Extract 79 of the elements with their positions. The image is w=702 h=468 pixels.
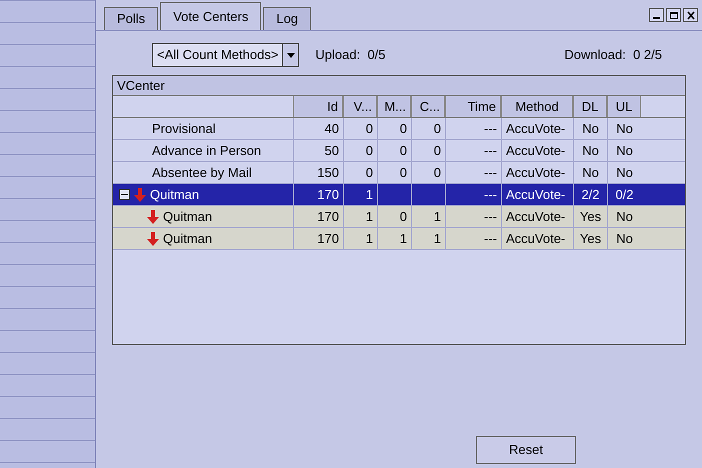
table-cell-text: 1: [366, 230, 373, 248]
vote-center-name: Quitman: [163, 230, 212, 248]
column-header[interactable]: Time: [445, 96, 501, 117]
table-cell-text: 50: [324, 142, 339, 160]
table-cell-text: 0/2: [615, 186, 634, 204]
table-cell-text: AccuVote-: [506, 164, 566, 182]
column-header[interactable]: M...: [377, 96, 411, 117]
table-cell-text: AccuVote-: [506, 142, 566, 160]
table-cell-text: 0: [366, 164, 373, 182]
table-cell-text: ---: [484, 142, 497, 160]
table-cell-text: 1: [434, 230, 441, 248]
column-header[interactable]: DL: [573, 96, 607, 117]
table-cell-text: 1: [400, 230, 407, 248]
column-header[interactable]: Method: [501, 96, 573, 117]
table-cell-text: ---: [484, 230, 497, 248]
table-row[interactable]: Quitman 170 1 --- AccuVote- 2/2 0/2: [113, 184, 685, 206]
table-cell-text: 40: [324, 120, 339, 138]
table-cell-text: No: [582, 142, 599, 160]
tab[interactable]: Log: [263, 7, 312, 30]
table-cell-text: No: [616, 142, 633, 160]
vote-center-name: Quitman: [163, 208, 212, 226]
table-cell-text: 150: [317, 164, 339, 182]
table-cell-text: AccuVote-: [506, 120, 566, 138]
reset-button[interactable]: Reset: [476, 436, 576, 464]
vote-center-name: Advance in Person: [152, 142, 262, 160]
table-cell-text: No: [616, 164, 633, 182]
table-cell-text: 170: [317, 208, 339, 226]
table-cell-text: ---: [484, 208, 497, 226]
table-cell-text: No: [582, 164, 599, 182]
column-header[interactable]: C...: [411, 96, 445, 117]
table-row[interactable]: Provisional 40 0 0 0 --- AccuVote- No No: [113, 118, 685, 140]
table-cell-text: 0: [366, 120, 373, 138]
table-cell-text: No: [582, 120, 599, 138]
table-cell-text: 0: [434, 120, 441, 138]
table-cell-text: ---: [484, 186, 497, 204]
table-row[interactable]: Quitman 170 1 0 1 --- AccuVote- Yes No: [113, 206, 685, 228]
tab[interactable]: Vote Centers: [160, 2, 262, 30]
table-cell-text: 170: [317, 186, 339, 204]
close-icon[interactable]: [683, 8, 698, 22]
maximize-icon[interactable]: [666, 8, 681, 22]
table-cell-text: No: [616, 208, 633, 226]
minimize-icon[interactable]: [649, 8, 664, 22]
table-cell-text: Yes: [580, 208, 602, 226]
table-cell-text: 1: [366, 208, 373, 226]
vote-center-name: Absentee by Mail: [152, 164, 252, 182]
table-cell-text: 0: [434, 164, 441, 182]
table-cell-text: No: [616, 120, 633, 138]
count-method-dropdown[interactable]: <All Count Methods>: [152, 43, 300, 67]
table-title: VCenter: [113, 76, 685, 96]
table-cell-text: AccuVote-: [506, 230, 566, 248]
table-cell-text: AccuVote-: [506, 186, 566, 204]
table-cell-text: 0: [400, 120, 407, 138]
column-header[interactable]: UL: [607, 96, 641, 117]
table-cell-text: 2/2: [581, 186, 600, 204]
table-row[interactable]: Absentee by Mail 150 0 0 0 --- AccuVote- No No: [113, 162, 685, 184]
table-cell-text: Yes: [580, 230, 602, 248]
table-row[interactable]: Quitman 170 1 1 1 --- AccuVote- Yes No: [113, 228, 685, 250]
table-cell-text: No: [616, 230, 633, 248]
table-cell-text: 0: [400, 208, 407, 226]
table-cell-text: 1: [366, 186, 373, 204]
table-cell-text: 0: [434, 142, 441, 160]
table-cell-text: ---: [484, 164, 497, 182]
caret-icon: [286, 52, 295, 58]
upload-count: Upload: 0/5: [315, 46, 386, 64]
column-header[interactable]: V...: [343, 96, 377, 117]
table-cell-text: AccuVote-: [506, 208, 566, 226]
column-header[interactable]: Id: [293, 96, 343, 117]
table-cell-text: ---: [484, 120, 497, 138]
table-cell-text: 0: [400, 142, 407, 160]
table-cell-text: 1: [434, 208, 441, 226]
tab[interactable]: Polls: [104, 7, 158, 30]
vote-center-name: Provisional: [152, 120, 216, 138]
table-cell-text: 0: [366, 142, 373, 160]
table-cell-text: 0: [400, 164, 407, 182]
table-row[interactable]: Advance in Person 50 0 0 0 --- AccuVote- No No: [113, 140, 685, 162]
table-cell-text: 170: [317, 230, 339, 248]
collapse-toggle[interactable]: [119, 189, 130, 200]
vote-center-name: Quitman: [150, 186, 200, 204]
download-count: Download: 0 2/5: [564, 46, 662, 64]
